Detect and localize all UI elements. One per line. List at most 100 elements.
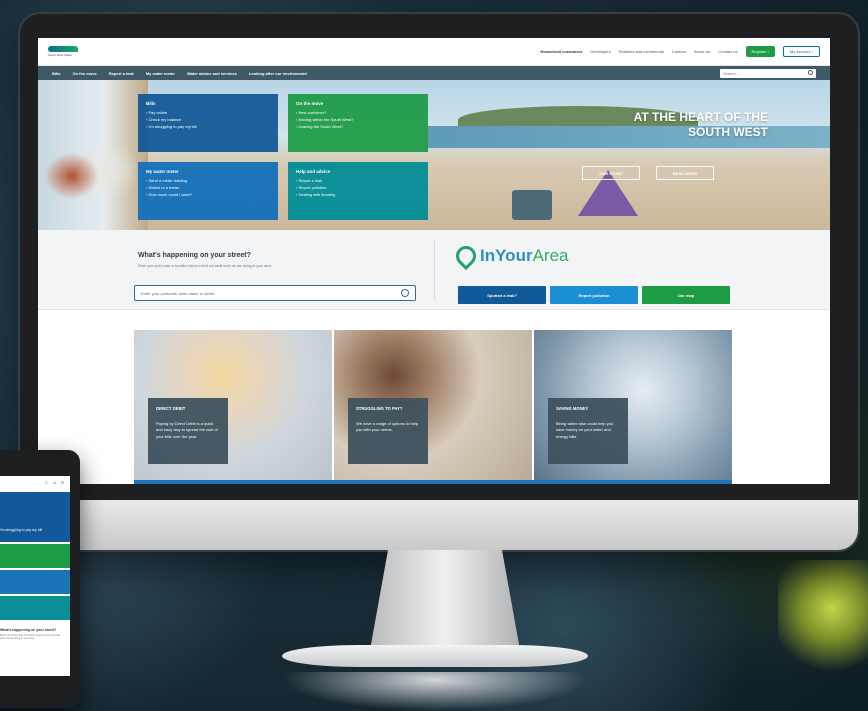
monitor-stand-base: [282, 645, 588, 667]
tile-meter-link[interactable]: How much could I save?: [146, 191, 270, 198]
hero-sea-image: [428, 126, 830, 148]
spotted-leak-button[interactable]: Spotted a leak?: [458, 286, 546, 304]
site-logo[interactable]: South West Water: [48, 45, 96, 59]
search-icon[interactable]: ⌕: [45, 480, 48, 486]
tile-on-the-move[interactable]: On the move New customer? Moving within …: [288, 94, 428, 152]
phone-screen: ⌕ ☺ ≡ I'm struggling to pay my bill What…: [0, 476, 70, 676]
inyourarea-wordmark: InYourArea: [480, 246, 569, 266]
link-household[interactable]: Household customers: [540, 49, 582, 54]
tile-move-link[interactable]: Moving within the South West?: [296, 116, 420, 123]
nav-item-environment[interactable]: Looking after our environment: [249, 71, 307, 76]
hero-heading: AT THE HEART OF THE SOUTH WEST: [634, 110, 768, 140]
section-divider: [434, 240, 435, 299]
card-struggling-to-pay[interactable]: STRUGGLING TO PAY? We have a range of op…: [334, 330, 532, 480]
card-title: SAVING MONEY: [556, 406, 589, 411]
link-careers[interactable]: Careers: [672, 49, 686, 54]
inyourarea-word-area: Area: [532, 246, 569, 265]
phone-tile-bills[interactable]: I'm struggling to pay my bill: [0, 492, 70, 542]
hero-people-image: [44, 122, 136, 230]
nav-item-water-meter[interactable]: My water meter: [146, 71, 175, 76]
tile-water-meter[interactable]: My water meter Send a meter reading Swit…: [138, 162, 278, 220]
map-pin-icon: [451, 241, 481, 271]
background-plant: [778, 560, 868, 680]
link-retailers[interactable]: Retailers and commercial: [619, 49, 664, 54]
feature-cards: DIRECT DEBIT Paying by Direct Debit is a…: [134, 330, 732, 480]
tile-bills-title: Bills: [146, 101, 156, 106]
tile-move-title: On the move: [296, 101, 324, 106]
top-links: Household customers Developers Retailers…: [540, 46, 820, 57]
tile-bills-link[interactable]: I'm struggling to pay my bill: [146, 123, 270, 130]
tile-move-link[interactable]: New customer?: [296, 109, 420, 116]
street-subtitle: Enter your post code or location below t…: [138, 264, 273, 268]
phone-header: ⌕ ☺ ≡: [0, 476, 70, 490]
our-map-button[interactable]: Our map: [642, 286, 730, 304]
site-header: South West Water Household customers Dev…: [38, 38, 830, 66]
user-icon[interactable]: ☺: [52, 480, 57, 486]
hero-deckchair-image: [512, 190, 552, 220]
card-saving-money[interactable]: SAVING MONEY Being water wise could help…: [534, 330, 732, 480]
card-caption: SAVING MONEY Being water wise could help…: [548, 398, 628, 464]
phone-street-subtitle: Enter your post code or location below t…: [0, 634, 61, 640]
phone-tile-help[interactable]: [0, 596, 70, 620]
card-caption: STRUGGLING TO PAY? We have a range of op…: [348, 398, 428, 464]
inyourarea-word-inyour: InYour: [480, 246, 533, 265]
read-more-button[interactable]: READ MORE: [656, 166, 714, 180]
phone-tile-bills-label: I'm struggling to pay my bill: [0, 528, 43, 532]
nav-item-water-advice[interactable]: Water advice and services: [187, 71, 237, 76]
our-story-button[interactable]: OUR STORY: [582, 166, 640, 180]
card-body: Being water wise could help you save mon…: [556, 420, 614, 439]
footer-strip: [134, 480, 732, 484]
inyourarea-logo: InYourArea: [451, 241, 569, 271]
link-about[interactable]: About Us: [694, 49, 710, 54]
tile-meter-title: My water meter: [146, 169, 179, 174]
card-title: DIRECT DEBIT: [156, 406, 186, 411]
phone-tile-move[interactable]: [0, 544, 70, 568]
street-section: What's happening on your street? Enter y…: [38, 230, 830, 310]
card-title: STRUGGLING TO PAY?: [356, 406, 403, 411]
hero-heading-line2: SOUTH WEST: [688, 125, 768, 139]
phone-street-title: What's happening on your street?: [0, 628, 57, 632]
tile-help-link[interactable]: Report pollution: [296, 184, 420, 191]
monitor-stand-reflection: [282, 672, 588, 711]
logo-text: South West Water: [48, 53, 73, 57]
tile-meter-link[interactable]: Switch to a meter: [146, 184, 270, 191]
card-body: Paying by Direct Debit is a quick and ea…: [156, 420, 218, 439]
street-search-input[interactable]: Enter your postcode, town name or street: [134, 285, 416, 301]
card-body: We have a range of options to help you w…: [356, 420, 418, 433]
monitor-chin: [20, 500, 858, 550]
nav-item-bills[interactable]: Bills: [52, 71, 60, 76]
desktop-screen: South West Water Household customers Dev…: [38, 38, 830, 484]
report-pollution-button[interactable]: Report pollution: [550, 286, 638, 304]
search-icon[interactable]: [401, 289, 409, 297]
search-placeholder: Search...: [723, 70, 740, 76]
hero-banner: Bills Pay online Check my balance I'm st…: [38, 80, 830, 230]
nav-item-on-the-move[interactable]: On the move: [72, 71, 96, 76]
tile-meter-link[interactable]: Send a meter reading: [146, 177, 270, 184]
register-button[interactable]: Register ›: [745, 46, 775, 57]
monitor-stand-neck: [370, 550, 520, 650]
main-nav: Bills On the move Report a leak My water…: [38, 66, 830, 80]
phone-tile-meter[interactable]: [0, 570, 70, 594]
link-contact[interactable]: Contact us: [718, 49, 737, 54]
tile-help-link[interactable]: Report a leak: [296, 177, 420, 184]
phone-device: ⌕ ☺ ≡ I'm struggling to pay my bill What…: [0, 450, 80, 708]
tile-help-link[interactable]: Dealing with flooding: [296, 191, 420, 198]
tile-bills-link[interactable]: Check my balance: [146, 116, 270, 123]
logo-mark-icon: [48, 46, 78, 52]
tile-help-title: Help and advice: [296, 169, 331, 174]
street-search-placeholder: Enter your postcode, town name or street: [141, 291, 215, 296]
menu-icon[interactable]: ≡: [61, 480, 64, 486]
search-icon[interactable]: [808, 69, 813, 75]
street-title: What's happening on your street?: [138, 252, 251, 259]
card-caption: DIRECT DEBIT Paying by Direct Debit is a…: [148, 398, 228, 464]
tile-bills[interactable]: Bills Pay online Check my balance I'm st…: [138, 94, 278, 152]
hero-heading-line1: AT THE HEART OF THE: [633, 110, 768, 124]
link-developers[interactable]: Developers: [590, 49, 610, 54]
my-account-button[interactable]: My Account ›: [782, 46, 820, 57]
tile-help-advice[interactable]: Help and advice Report a leak Report pol…: [288, 162, 428, 220]
tile-bills-link[interactable]: Pay online: [146, 109, 270, 116]
tile-move-link[interactable]: Leaving the South West?: [296, 123, 420, 130]
search-input[interactable]: Search...: [720, 68, 816, 78]
nav-item-report-leak[interactable]: Report a leak: [109, 71, 134, 76]
card-direct-debit[interactable]: DIRECT DEBIT Paying by Direct Debit is a…: [134, 330, 332, 480]
